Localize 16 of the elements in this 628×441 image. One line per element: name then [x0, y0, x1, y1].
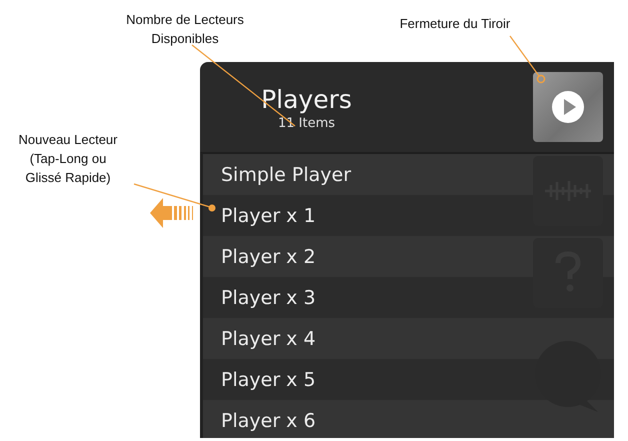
swipe-arrow-icon — [150, 198, 193, 228]
player-item[interactable]: Player x 3 — [221, 277, 316, 318]
annotation-label: Nombre de Lecteurs Disponibles — [125, 11, 245, 48]
leader-line — [510, 36, 546, 84]
player-item[interactable]: Player x 5 — [221, 359, 316, 400]
player-item[interactable]: Player x 4 — [221, 318, 316, 359]
player-item[interactable]: Player x 2 — [221, 236, 316, 277]
player-item[interactable]: Player x 1 — [221, 195, 316, 236]
drawer-title: Players — [261, 85, 352, 115]
player-item[interactable]: Player x 6 — [221, 400, 316, 438]
item-count: 11 Items — [278, 115, 336, 133]
annotation-label: Fermeture du Tiroir — [398, 15, 512, 33]
player-item[interactable]: Simple Player — [221, 154, 352, 195]
annotation-label: Nouveau Lecteur (Tap-Long ou Glissé Rapide) — [17, 131, 118, 187]
close-drawer-button[interactable] — [533, 72, 603, 142]
play-icon — [551, 90, 585, 124]
